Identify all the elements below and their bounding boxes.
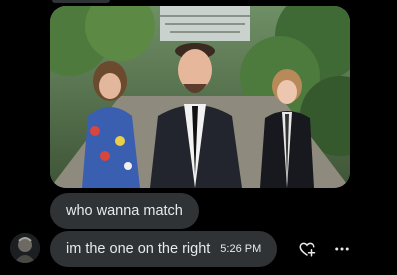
more-horizontal-icon <box>335 247 349 251</box>
heart-plus-icon <box>299 242 316 257</box>
message-timestamp: 5:26 PM <box>220 243 262 255</box>
previous-media-edge <box>52 0 110 3</box>
photo-three-people <box>50 6 350 188</box>
more-options-button[interactable] <box>331 238 353 260</box>
avatar[interactable] <box>10 233 40 263</box>
message-bubble[interactable]: who wanna match <box>50 193 199 229</box>
message-image[interactable] <box>50 6 350 188</box>
add-reaction-button[interactable] <box>296 238 318 260</box>
message-text: im the one on the right <box>66 241 211 257</box>
message-bubble[interactable]: im the one on the right 5:26 PM <box>50 231 278 267</box>
message-text: who wanna match <box>66 203 183 219</box>
avatar-image <box>10 233 40 263</box>
